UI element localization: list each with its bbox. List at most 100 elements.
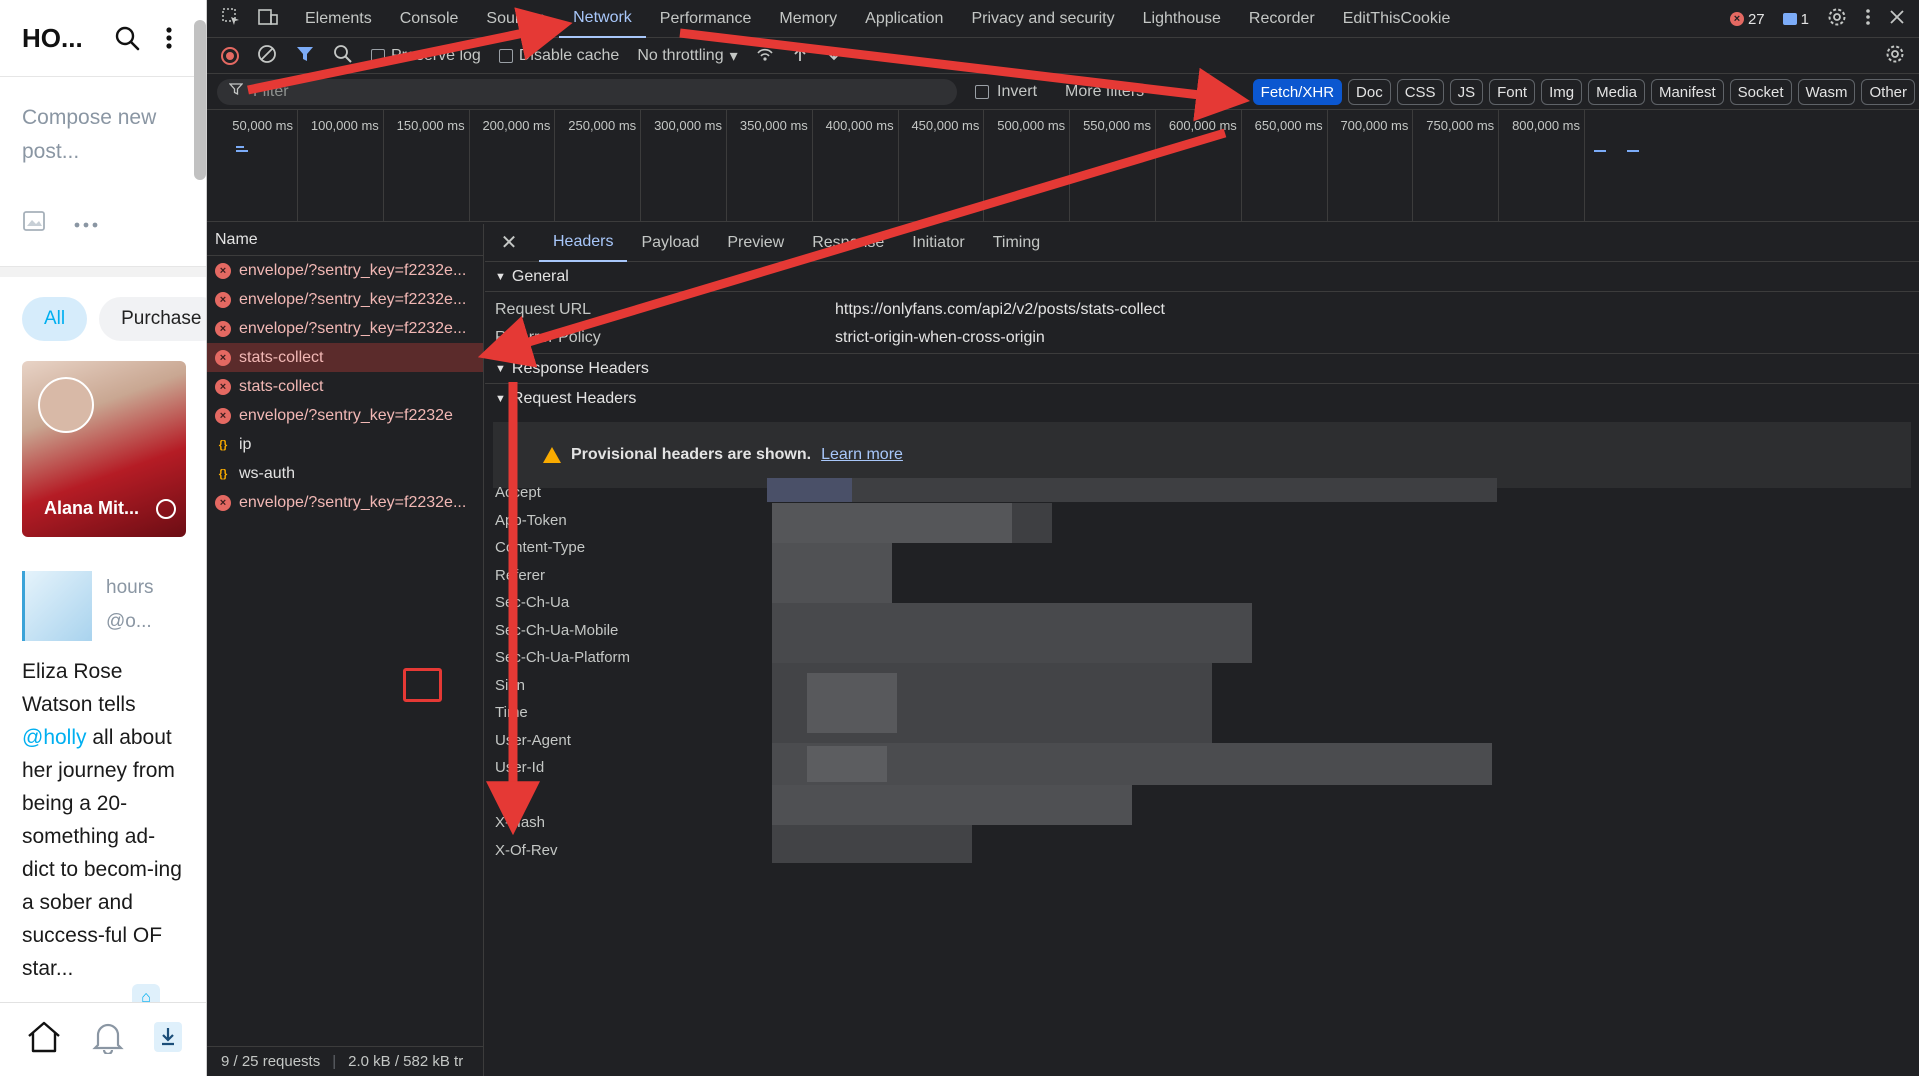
- referrer-policy-value[interactable]: strict-origin-when-cross-origin: [835, 329, 1045, 347]
- tab-application[interactable]: Application: [851, 0, 957, 38]
- filter-funnel-icon[interactable]: [295, 44, 315, 68]
- search-icon[interactable]: [110, 21, 144, 55]
- tab-network[interactable]: Network: [559, 0, 646, 38]
- post-avatar[interactable]: [22, 571, 92, 641]
- tab-console[interactable]: Console: [386, 0, 473, 38]
- network-timeline-overview[interactable]: 50,000 ms 100,000 ms 150,000 ms 200,000 ms 2…: [207, 110, 1919, 222]
- learn-more-link[interactable]: Learn more: [821, 446, 903, 464]
- tab-performance[interactable]: Performance: [646, 0, 766, 38]
- device-toolbar-icon[interactable]: [257, 7, 279, 31]
- type-filter-doc[interactable]: Doc: [1348, 79, 1391, 105]
- post-text: Eliza Rose Watson tells @holly all about…: [22, 655, 184, 985]
- separator: |: [332, 1053, 337, 1070]
- request-row[interactable]: × stats-collect: [207, 372, 483, 401]
- more-vertical-icon[interactable]: [152, 21, 186, 55]
- more-filters-dropdown[interactable]: More filters: [1065, 83, 1144, 101]
- settings-gear-icon[interactable]: [1827, 7, 1847, 31]
- type-filter-fetch-xhr[interactable]: Fetch/XHR: [1252, 79, 1343, 105]
- close-details-icon[interactable]: ✕: [497, 231, 521, 255]
- type-filter-img[interactable]: Img: [1541, 79, 1583, 105]
- request-row[interactable]: {} ip: [207, 430, 483, 459]
- record-icon[interactable]: [221, 46, 239, 65]
- close-icon[interactable]: [1889, 9, 1905, 29]
- detail-tab-headers[interactable]: Headers: [539, 224, 628, 262]
- type-filter-wasm[interactable]: Wasm: [1797, 79, 1856, 105]
- request-row[interactable]: × envelope/?sentry_key=f2232e...: [207, 285, 483, 314]
- detail-tab-timing[interactable]: Timing: [979, 224, 1054, 262]
- home-icon[interactable]: [26, 1020, 62, 1059]
- header-name-x-of-rev: X-Of-Rev: [495, 841, 558, 859]
- error-icon: ×: [215, 291, 231, 308]
- type-filter-manifest[interactable]: Manifest: [1650, 79, 1724, 105]
- timeline-gridline: [1412, 110, 1414, 222]
- more-vertical-icon[interactable]: [1865, 8, 1871, 30]
- tab-memory[interactable]: Memory: [765, 0, 851, 38]
- throttling-select[interactable]: No throttling ▾: [637, 46, 737, 66]
- bell-icon[interactable]: [92, 1020, 124, 1059]
- type-filter-socket[interactable]: Socket: [1729, 79, 1792, 105]
- error-count-badge[interactable]: × 27: [1729, 11, 1765, 28]
- detail-tab-payload[interactable]: Payload: [627, 224, 713, 262]
- image-icon[interactable]: [22, 209, 46, 238]
- redacted-block: [807, 673, 897, 733]
- inspect-element-icon[interactable]: [221, 7, 241, 31]
- tab-lighthouse[interactable]: Lighthouse: [1129, 0, 1235, 38]
- type-filter-css[interactable]: CSS: [1396, 79, 1444, 105]
- message-count: 1: [1800, 10, 1809, 28]
- redacted-block: [772, 785, 1132, 825]
- tab-privacy-and-security[interactable]: Privacy and security: [957, 0, 1128, 38]
- detail-tab-preview[interactable]: Preview: [713, 224, 798, 262]
- type-filter-other[interactable]: Other: [1861, 79, 1915, 105]
- name-column-header[interactable]: Name: [207, 224, 483, 256]
- more-horizontal-icon[interactable]: [74, 215, 98, 233]
- request-row[interactable]: × envelope/?sentry_key=f2232e...: [207, 488, 483, 517]
- request-header-names: Accept App-Token Content-Type Referer Sec-Ch…: [495, 479, 630, 864]
- detail-tab-response[interactable]: Response: [798, 224, 898, 262]
- chevron-down-icon: ▾: [729, 47, 738, 65]
- preserve-log-checkbox[interactable]: Preserve log: [371, 47, 481, 65]
- search-icon[interactable]: [333, 44, 353, 68]
- type-filter-js[interactable]: JS: [1449, 79, 1484, 105]
- response-headers-title: Response Headers: [511, 359, 649, 377]
- timeline-gridline: [1498, 110, 1500, 222]
- request-headers-section-header[interactable]: ▼ Request Headers: [485, 384, 1919, 414]
- filter-all[interactable]: All: [22, 297, 88, 341]
- type-filter-font[interactable]: Font: [1489, 79, 1536, 105]
- response-headers-section-header[interactable]: ▼ Response Headers: [485, 354, 1919, 384]
- checkbox-box: [498, 48, 513, 63]
- filter-purchased[interactable]: Purchase: [99, 297, 206, 341]
- import-har-icon[interactable]: [792, 45, 808, 67]
- timeline-tick-label: 300,000 ms: [654, 118, 722, 133]
- detail-tab-initiator[interactable]: Initiator: [898, 224, 978, 262]
- network-conditions-icon[interactable]: [756, 45, 774, 67]
- download-icon[interactable]: [154, 1022, 182, 1057]
- clear-icon[interactable]: [257, 44, 277, 68]
- tab-editthiscookie[interactable]: EditThisCookie: [1329, 0, 1465, 38]
- type-filter-media[interactable]: Media: [1588, 79, 1645, 105]
- filter-input[interactable]: Filter: [217, 78, 957, 105]
- invert-checkbox[interactable]: Invert: [975, 83, 1037, 101]
- scrollbar[interactable]: [194, 20, 206, 180]
- compose-placeholder[interactable]: Compose new post...: [22, 101, 184, 169]
- disable-cache-checkbox[interactable]: Disable cache: [498, 47, 619, 65]
- request-url-value[interactable]: https://onlyfans.com/api2/v2/posts/stats…: [835, 301, 1165, 319]
- message-count-badge[interactable]: 1: [1782, 10, 1809, 28]
- timeline-mark: [236, 150, 248, 152]
- general-section-header[interactable]: ▼ General: [485, 262, 1919, 292]
- mention-link[interactable]: @holly: [22, 726, 87, 749]
- request-row[interactable]: {} ws-auth: [207, 459, 483, 488]
- compose-box[interactable]: Compose new post...: [0, 77, 206, 267]
- creator-card[interactable]: Alana Mit...: [22, 361, 186, 537]
- network-settings-icon[interactable]: [1885, 44, 1905, 68]
- request-row[interactable]: × envelope/?sentry_key=f2232e...: [207, 256, 483, 285]
- timeline-gridline: [382, 110, 384, 222]
- tab-elements[interactable]: Elements: [291, 0, 386, 38]
- tab-recorder[interactable]: Recorder: [1235, 0, 1329, 38]
- export-har-icon[interactable]: [826, 45, 842, 67]
- tab-sources[interactable]: Sources: [472, 0, 559, 38]
- timeline-tick-label: 750,000 ms: [1426, 118, 1495, 133]
- request-row[interactable]: × envelope/?sentry_key=f2232e: [207, 401, 483, 430]
- redacted-header-values: [767, 478, 1657, 898]
- request-row[interactable]: × stats-collect: [207, 343, 483, 372]
- request-row[interactable]: × envelope/?sentry_key=f2232e...: [207, 314, 483, 343]
